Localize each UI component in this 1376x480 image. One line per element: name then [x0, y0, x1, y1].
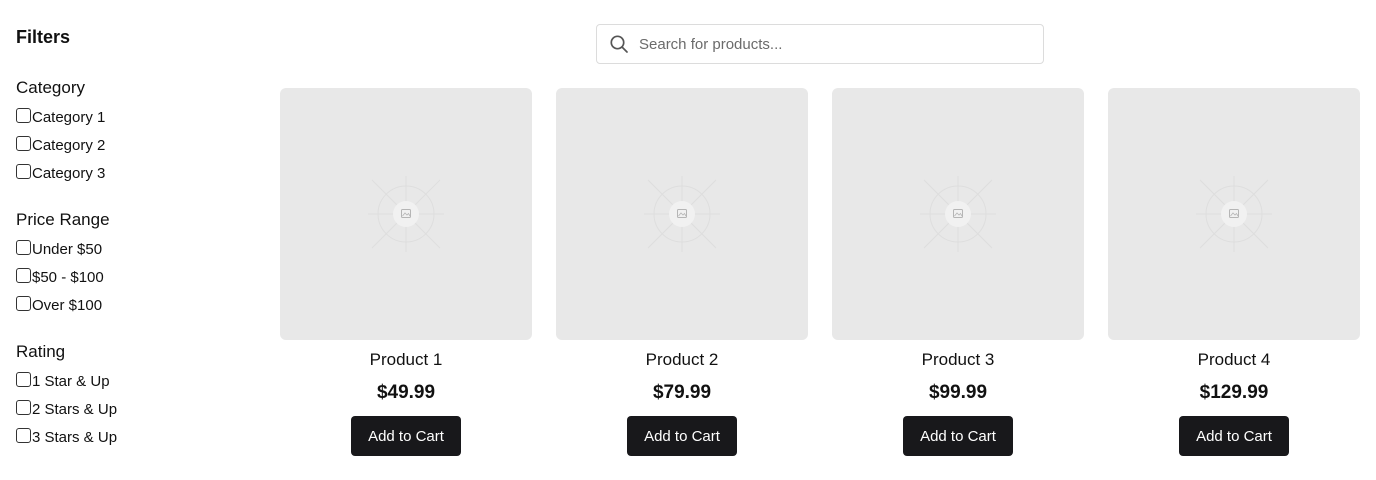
image-placeholder-icon [1196, 176, 1272, 252]
filter-option-50-100[interactable]: $50 - $100 [16, 267, 104, 287]
checkbox[interactable] [16, 371, 31, 387]
filter-option-under-50[interactable]: Under $50 [16, 239, 102, 259]
search-input[interactable] [639, 35, 1019, 53]
checkbox[interactable] [16, 163, 31, 179]
add-to-cart-button[interactable]: Add to Cart [903, 416, 1013, 456]
product-price: $99.99 [928, 382, 988, 403]
filter-option-category-3[interactable]: Category 3 [16, 163, 105, 183]
search-icon [610, 35, 628, 53]
checkbox[interactable] [16, 295, 31, 311]
filter-option-rating-2[interactable]: 2 Stars & Up [16, 399, 117, 419]
filter-option-label: $50 - $100 [32, 268, 104, 286]
filter-option-rating-3[interactable]: 3 Stars & Up [16, 427, 117, 447]
product-card[interactable]: Product 4 $129.99 Add to Cart [1108, 88, 1360, 458]
product-card[interactable]: Product 3 $99.99 Add to Cart [832, 88, 1084, 458]
filter-option-label: Category 3 [32, 164, 106, 182]
product-image[interactable] [832, 88, 1084, 340]
checkbox[interactable] [16, 107, 31, 123]
product-name[interactable]: Product 1 [280, 350, 532, 370]
filters-title: Filters [16, 27, 71, 47]
product-image[interactable] [280, 88, 532, 340]
filter-option-label: 3 Stars & Up [32, 428, 118, 446]
add-to-cart-button[interactable]: Add to Cart [1179, 416, 1289, 456]
search-bar[interactable] [596, 24, 1044, 64]
filter-option-rating-1[interactable]: 1 Star & Up [16, 371, 110, 391]
filter-group-title-price-range: Price Range [16, 210, 110, 229]
image-placeholder-icon [920, 176, 996, 252]
filter-option-label: Over $100 [32, 296, 103, 314]
filter-group-title-category: Category [16, 78, 85, 97]
add-to-cart-button[interactable]: Add to Cart [351, 416, 461, 456]
checkbox[interactable] [16, 135, 31, 151]
product-name[interactable]: Product 2 [556, 350, 808, 370]
product-price: $79.99 [652, 382, 712, 403]
product-card[interactable]: Product 1 $49.99 Add to Cart [280, 88, 532, 458]
product-name[interactable]: Product 3 [832, 350, 1084, 370]
checkbox[interactable] [16, 427, 31, 443]
product-card[interactable]: Product 2 $79.99 Add to Cart [556, 88, 808, 458]
filter-option-category-2[interactable]: Category 2 [16, 135, 105, 155]
filter-option-label: Category 1 [32, 108, 106, 126]
image-placeholder-icon [644, 176, 720, 252]
checkbox[interactable] [16, 239, 31, 255]
product-price: $129.99 [1199, 382, 1269, 403]
product-image[interactable] [556, 88, 808, 340]
product-image[interactable] [1108, 88, 1360, 340]
filter-option-label: Under $50 [32, 240, 103, 258]
filter-option-label: 2 Stars & Up [32, 400, 118, 418]
filter-group-title-rating: Rating [16, 342, 66, 361]
add-to-cart-button[interactable]: Add to Cart [627, 416, 737, 456]
product-price: $49.99 [376, 382, 436, 403]
checkbox[interactable] [16, 267, 31, 283]
filter-option-label: Category 2 [32, 136, 106, 154]
checkbox[interactable] [16, 399, 31, 415]
filter-option-label: 1 Star & Up [32, 372, 110, 390]
product-name[interactable]: Product 4 [1108, 350, 1360, 370]
image-placeholder-icon [368, 176, 444, 252]
filter-option-category-1[interactable]: Category 1 [16, 107, 105, 127]
filter-option-over-100[interactable]: Over $100 [16, 295, 102, 315]
